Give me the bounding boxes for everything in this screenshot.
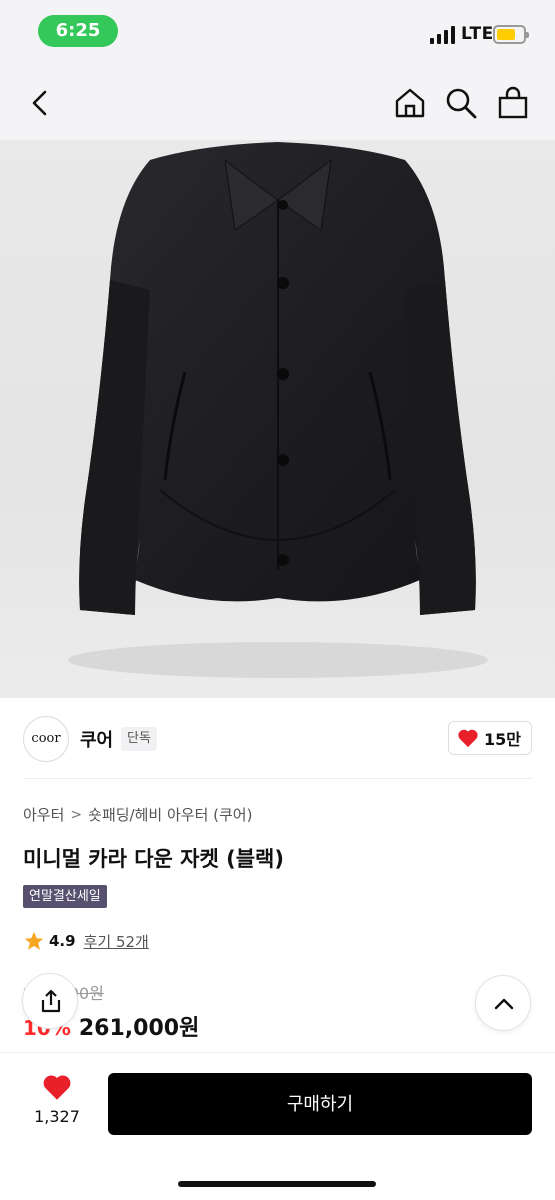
status-bar: 6:25 LTE [0,0,555,66]
share-icon [41,989,61,1013]
breadcrumb-subcategory[interactable]: 숏패딩/헤비 아우터 (쿠어) [88,804,252,825]
back-arrow-icon[interactable] [24,86,58,120]
product-image[interactable] [0,140,555,698]
heart-icon [43,1075,71,1100]
signal-icon [430,26,456,44]
rating-score: 4.9 [49,932,76,950]
breadcrumb-separator: > [70,806,83,823]
jacket-illustration [68,142,488,678]
reviews-link[interactable]: 후기 52개 [84,931,149,952]
home-icon[interactable] [393,86,427,120]
sale-tag: 연말결산세일 [23,885,107,908]
brand-logo[interactable]: coor [23,716,69,762]
divider [23,778,532,779]
chevron-up-icon [494,998,514,1010]
rating-row: 4.9 후기 52개 [23,930,149,952]
star-icon [24,931,44,950]
share-button[interactable] [22,973,78,1029]
wish-button[interactable]: 1,327 [24,1073,90,1126]
breadcrumb: 아우터 > 숏패딩/헤비 아우터 (쿠어) [23,804,252,825]
search-icon[interactable] [444,86,478,120]
buy-button[interactable]: 구매하기 [108,1073,532,1135]
wish-count: 1,327 [34,1107,80,1126]
status-time: 6:25 [38,15,118,47]
home-indicator [178,1181,376,1187]
battery-icon [493,25,529,44]
brand-name[interactable]: 쿠어 [80,726,113,752]
top-nav [0,66,555,140]
heart-icon [458,729,478,748]
sale-price: 261,000원 [78,1016,200,1041]
network-label: LTE [461,24,494,44]
shopping-bag-icon[interactable] [496,86,530,120]
exclusive-badge: 단독 [121,727,157,751]
product-title: 미니멀 카라 다운 자켓 (블랙) [23,847,284,871]
breadcrumb-category[interactable]: 아우터 [23,804,64,825]
scroll-top-button[interactable] [475,975,531,1031]
bottom-bar: 1,327 구매하기 [0,1052,555,1200]
brand-like-button[interactable]: 15만 [448,721,532,755]
brand-row: coor 쿠어 단독 15만 [0,700,555,778]
brand-like-count: 15만 [484,730,521,749]
